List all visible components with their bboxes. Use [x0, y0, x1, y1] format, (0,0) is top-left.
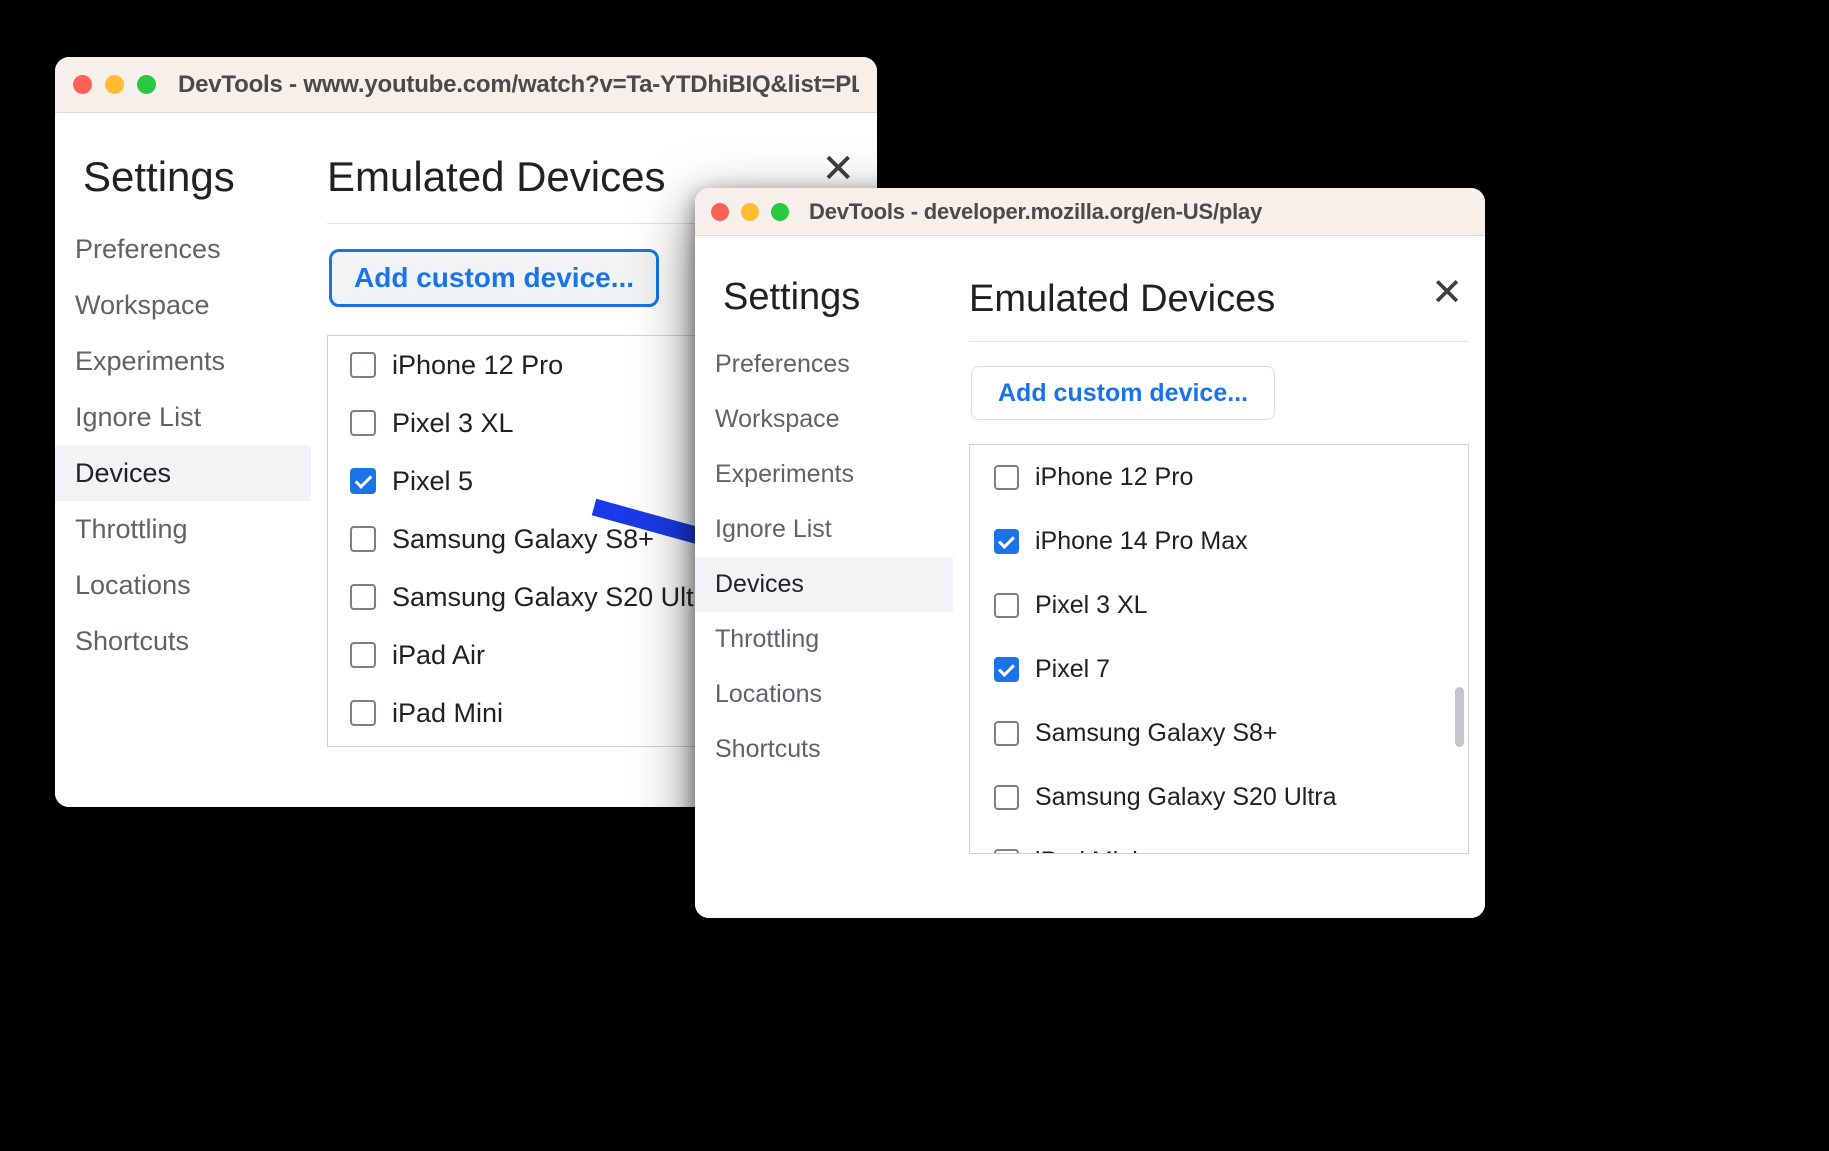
device-label: Samsung Galaxy S8+	[1035, 718, 1278, 747]
traffic-lights-front	[711, 202, 789, 221]
device-checkbox[interactable]	[350, 410, 376, 436]
sidebar-item-shortcuts[interactable]: Shortcuts	[695, 722, 953, 777]
settings-sidebar-front: Settings Preferences Workspace Experimen…	[695, 236, 953, 918]
settings-sidebar-back: Settings Preferences Workspace Experimen…	[55, 113, 311, 807]
close-window-icon[interactable]	[711, 202, 729, 221]
device-label: Pixel 3 XL	[392, 407, 514, 438]
devtools-window-front[interactable]: DevTools - developer.mozilla.org/en-US/p…	[695, 188, 1485, 918]
device-checkbox[interactable]	[994, 784, 1019, 810]
device-label: iPhone 12 Pro	[1035, 462, 1194, 491]
window-title-back: DevTools - www.youtube.com/watch?v=Ta-YT…	[178, 70, 859, 98]
sidebar-item-workspace[interactable]: Workspace	[55, 277, 311, 333]
sidebar-item-shortcuts[interactable]: Shortcuts	[55, 613, 311, 669]
list-item[interactable]: Samsung Galaxy S8+	[970, 701, 1468, 765]
device-label: iPad Mini	[1035, 847, 1138, 854]
minimize-window-icon[interactable]	[741, 202, 759, 221]
device-checkbox[interactable]	[994, 464, 1019, 490]
device-checkbox[interactable]	[350, 584, 376, 610]
device-list-back[interactable]: iPhone 12 Pro Pixel 3 XL Pixel 5 Samsung…	[327, 335, 697, 747]
zoom-window-icon[interactable]	[771, 202, 789, 221]
panel-divider	[969, 341, 1469, 342]
list-item[interactable]: Pixel 3 XL	[328, 394, 696, 452]
sidebar-title-front: Settings	[723, 276, 861, 318]
device-checkbox[interactable]	[350, 352, 376, 378]
sidebar-item-preferences[interactable]: Preferences	[55, 221, 311, 277]
window-titlebar-back[interactable]: DevTools - www.youtube.com/watch?v=Ta-YT…	[55, 57, 877, 113]
zoom-window-icon[interactable]	[137, 75, 156, 94]
device-list-front[interactable]: iPhone 12 Pro iPhone 14 Pro Max Pixel 3 …	[969, 444, 1469, 854]
device-checkbox[interactable]	[994, 656, 1019, 682]
device-checkbox[interactable]	[350, 468, 376, 494]
device-label: iPhone 12 Pro	[392, 349, 564, 380]
sidebar-item-locations[interactable]: Locations	[695, 667, 953, 722]
window-body-front: Settings Preferences Workspace Experimen…	[695, 236, 1485, 918]
close-icon[interactable]: ✕	[1431, 274, 1463, 312]
device-checkbox[interactable]	[994, 528, 1019, 554]
screenshot-stage: DevTools - www.youtube.com/watch?v=Ta-YT…	[0, 0, 1829, 1151]
list-item[interactable]: iPad Air	[328, 626, 696, 684]
list-item[interactable]: iPhone 12 Pro	[970, 445, 1468, 509]
window-title-front: DevTools - developer.mozilla.org/en-US/p…	[809, 198, 1263, 224]
device-label: Samsung Galaxy S20 Ultra	[392, 581, 697, 612]
device-checkbox[interactable]	[994, 848, 1019, 853]
sidebar-item-throttling[interactable]: Throttling	[695, 612, 953, 667]
device-label: iPad Mini	[392, 697, 504, 728]
sidebar-item-devices[interactable]: Devices	[55, 445, 311, 501]
device-label: Pixel 3 XL	[1035, 590, 1148, 619]
device-label: Pixel 7	[1035, 654, 1111, 683]
device-label: Samsung Galaxy S20 Ultra	[1035, 782, 1337, 811]
device-label: iPad Air	[392, 639, 486, 670]
sidebar-item-experiments[interactable]: Experiments	[55, 333, 311, 389]
device-label: Samsung Galaxy S8+	[392, 523, 654, 554]
panel-title-front: Emulated Devices	[969, 278, 1276, 320]
emulated-devices-panel-front: ✕ Emulated Devices Add custom device... …	[953, 236, 1485, 918]
device-checkbox[interactable]	[350, 526, 376, 552]
list-item[interactable]: iPad Mini	[970, 829, 1468, 854]
sidebar-item-throttling[interactable]: Throttling	[55, 501, 311, 557]
device-checkbox[interactable]	[350, 642, 376, 668]
list-item[interactable]: iPhone 12 Pro	[328, 336, 696, 394]
sidebar-item-ignore-list[interactable]: Ignore List	[55, 389, 311, 445]
list-item[interactable]: Pixel 7	[970, 637, 1468, 701]
add-custom-device-button[interactable]: Add custom device...	[971, 366, 1276, 420]
window-titlebar-front[interactable]: DevTools - developer.mozilla.org/en-US/p…	[695, 188, 1485, 236]
device-label: iPhone 14 Pro Max	[1035, 526, 1248, 555]
add-custom-device-button[interactable]: Add custom device...	[329, 249, 660, 307]
device-label: Pixel 5	[392, 465, 474, 496]
device-list-scrollbar[interactable]	[1455, 687, 1464, 747]
list-item[interactable]: iPad Mini	[328, 684, 696, 742]
sidebar-item-devices[interactable]: Devices	[695, 557, 953, 612]
list-item[interactable]: Pixel 5	[328, 452, 696, 510]
traffic-lights-back	[73, 75, 156, 94]
sidebar-item-experiments[interactable]: Experiments	[695, 447, 953, 502]
list-item[interactable]: iPhone 14 Pro Max	[970, 509, 1468, 573]
sidebar-item-ignore-list[interactable]: Ignore List	[695, 502, 953, 557]
close-window-icon[interactable]	[73, 75, 92, 94]
sidebar-title-back: Settings	[83, 153, 235, 200]
sidebar-item-workspace[interactable]: Workspace	[695, 392, 953, 447]
device-checkbox[interactable]	[350, 700, 376, 726]
list-item[interactable]: Pixel 3 XL	[970, 573, 1468, 637]
list-item[interactable]: Samsung Galaxy S20 Ultra	[970, 765, 1468, 829]
sidebar-item-locations[interactable]: Locations	[55, 557, 311, 613]
minimize-window-icon[interactable]	[105, 75, 124, 94]
sidebar-item-preferences[interactable]: Preferences	[695, 337, 953, 392]
list-item[interactable]: Samsung Galaxy S8+	[328, 510, 696, 568]
device-checkbox[interactable]	[994, 720, 1019, 746]
device-checkbox[interactable]	[994, 592, 1019, 618]
list-item[interactable]: Samsung Galaxy S20 Ultra	[328, 568, 696, 626]
close-icon[interactable]: ✕	[821, 149, 855, 189]
